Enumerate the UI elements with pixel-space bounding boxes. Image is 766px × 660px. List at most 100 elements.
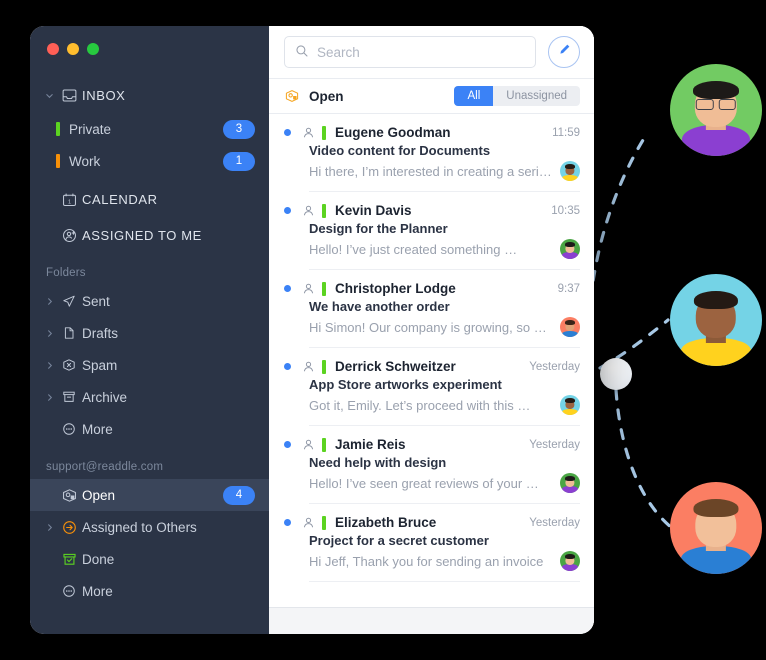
person-icon [302,438,315,451]
toolbar: Search [269,26,594,79]
compose-button[interactable] [548,36,580,68]
avatar[interactable] [560,161,580,181]
sender-name: Kevin Davis [335,203,412,218]
sidebar-item-label: Assigned to Others [82,519,197,535]
app-window: INBOX Private 3 Work 1 1 CALENDAR ASSIGN… [30,26,594,634]
search-input[interactable]: Search [284,36,536,68]
message-list-pane: Search Open All Unassigned Eugene Goodma… [269,26,594,634]
tag-icon [56,154,60,168]
sidebar-item-archive[interactable]: Archive [30,381,269,413]
message-subject: We have another order [309,299,450,314]
sidebar-item-label: ASSIGNED TO ME [82,227,202,243]
sidebar-item-private[interactable]: Private 3 [30,113,269,145]
scene: INBOX Private 3 Work 1 1 CALENDAR ASSIGN… [0,0,766,660]
sidebar-nav: INBOX Private 3 Work 1 1 CALENDAR ASSIGN… [30,77,269,634]
chevron-right-icon[interactable] [42,393,56,402]
avatar[interactable] [560,239,580,259]
message-list-item[interactable]: Derrick Schweitzer Yesterday App Store a… [269,348,594,426]
sidebar-item-calendar[interactable]: 1 CALENDAR [30,181,269,217]
timestamp: Yesterday [529,516,580,529]
person-icon [302,282,315,295]
tag-icon [322,281,326,296]
filter-segmented-control[interactable]: All Unassigned [454,86,580,106]
sidebar-item-spam[interactable]: Spam [30,349,269,381]
message-subject: App Store artworks experiment [309,377,502,392]
timestamp: Yesterday [529,438,580,451]
message-list-item[interactable]: Eugene Goodman 11:59 Video content for D… [269,114,594,192]
message-list-item[interactable]: Christopher Lodge 9:37 We have another o… [269,270,594,348]
unread-dot [284,441,291,448]
sidebar-item-sent[interactable]: Sent [30,285,269,317]
chevron-right-icon[interactable] [42,329,56,338]
avatar[interactable] [560,473,580,493]
message-list-item[interactable]: Elizabeth Bruce Yesterday Project for a … [269,504,594,582]
tag-icon [322,515,326,530]
window-controls[interactable] [30,26,269,55]
timestamp: 9:37 [557,282,580,295]
person-icon [302,204,315,217]
message-subject: Project for a secret customer [309,533,489,548]
message-list-item[interactable]: Kevin Davis 10:35 Design for the Planner… [269,192,594,270]
sidebar-item-label: More [82,421,113,437]
person-icon [302,516,315,529]
sidebar-item-label: Drafts [82,325,119,341]
sidebar-item-work[interactable]: Work 1 [30,145,269,177]
filter-all-button[interactable]: All [454,86,494,106]
message-list-item[interactable]: Jamie Reis Yesterday Need help with desi… [269,426,594,504]
search-placeholder: Search [317,44,360,60]
tag-icon [322,125,326,140]
tag-icon [322,359,326,374]
unread-badge: 1 [223,151,255,171]
list-header-title: Open [309,88,344,104]
avatar[interactable] [560,551,580,571]
sidebar-item-inbox[interactable]: INBOX [30,77,269,113]
sidebar-item-assigned-to-others[interactable]: Assigned to Others [30,511,269,543]
person-icon [302,360,315,373]
sidebar: INBOX Private 3 Work 1 1 CALENDAR ASSIGN… [30,26,269,634]
folders-section-title: Folders [46,267,86,279]
sidebar-item-open[interactable]: Open 4 [30,479,269,511]
zoom-button[interactable] [87,43,99,55]
sidebar-item-label: INBOX [82,87,126,103]
sidebar-item-assigned-to-me[interactable]: ASSIGNED TO ME [30,217,269,253]
close-button[interactable] [47,43,59,55]
sidebar-item-more-folders[interactable]: More [30,413,269,445]
tag-icon [56,122,60,136]
sidebar-item-drafts[interactable]: Drafts [30,317,269,349]
contact-avatar-cyan[interactable] [670,274,762,366]
account-section-title: support@readdle.com [46,461,164,473]
filter-unassigned-button[interactable]: Unassigned [493,86,580,106]
assigned-person-icon [56,227,82,244]
connection-hub-node [600,358,632,390]
sender-name: Christopher Lodge [335,281,456,296]
sidebar-item-done[interactable]: Done [30,543,269,575]
chevron-down-icon[interactable] [42,91,56,100]
message-snippet: Hello! I’ve just created something … [309,241,518,257]
timestamp: 10:35 [551,204,580,217]
unread-dot [284,519,291,526]
sidebar-item-label: CALENDAR [82,191,158,207]
avatar[interactable] [560,317,580,337]
contact-avatar-green[interactable] [670,64,762,156]
sender-name: Derrick Schweitzer [335,359,456,374]
chevron-right-icon[interactable] [42,523,56,532]
message-subject: Need help with design [309,455,447,470]
unread-dot [284,363,291,370]
divider [309,581,580,582]
chevron-right-icon[interactable] [42,297,56,306]
minimize-button[interactable] [67,43,79,55]
send-icon [56,293,82,309]
chevron-right-icon[interactable] [42,361,56,370]
pencil-icon [557,42,572,62]
open-ticket-icon [56,487,82,504]
timestamp: Yesterday [529,360,580,373]
unread-dot [284,285,291,292]
contact-avatar-coral[interactable] [670,482,762,574]
message-list[interactable]: Eugene Goodman 11:59 Video content for D… [269,114,594,607]
sidebar-item-more-account[interactable]: More [30,575,269,607]
sidebar-item-label: Open [82,487,116,503]
avatar[interactable] [560,395,580,415]
sidebar-item-label: Done [82,551,115,567]
connector-to-avatar-3 [614,388,674,530]
list-header: Open All Unassigned [269,79,594,114]
